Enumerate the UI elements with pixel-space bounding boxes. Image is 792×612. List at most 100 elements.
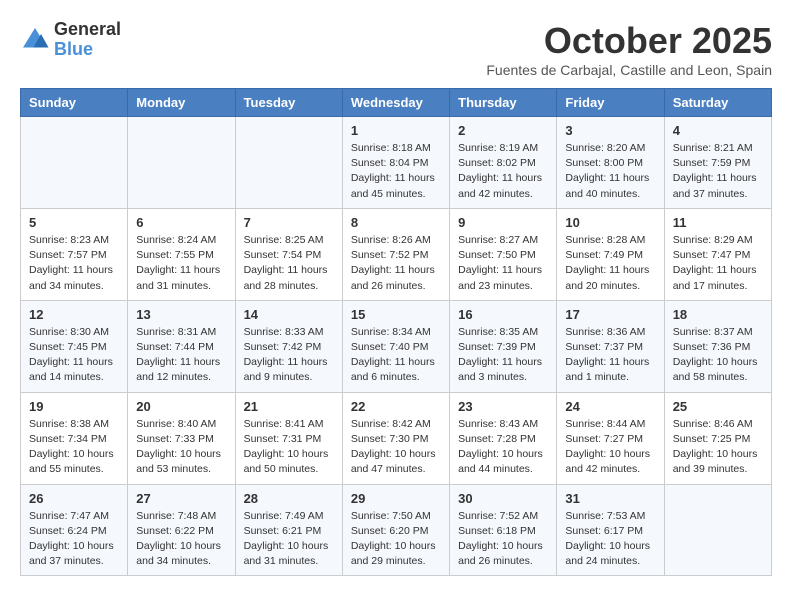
day-info: Sunrise: 7:48 AMSunset: 6:22 PMDaylight:… bbox=[136, 509, 226, 570]
day-number: 27 bbox=[136, 491, 226, 506]
day-info: Sunrise: 8:25 AMSunset: 7:54 PMDaylight:… bbox=[244, 233, 334, 294]
day-info: Sunrise: 8:46 AMSunset: 7:25 PMDaylight:… bbox=[673, 417, 763, 478]
calendar-cell: 31Sunrise: 7:53 AMSunset: 6:17 PMDayligh… bbox=[557, 484, 664, 576]
day-number: 10 bbox=[565, 215, 655, 230]
day-info: Sunrise: 8:20 AMSunset: 8:00 PMDaylight:… bbox=[565, 141, 655, 202]
day-number: 21 bbox=[244, 399, 334, 414]
day-info: Sunrise: 7:53 AMSunset: 6:17 PMDaylight:… bbox=[565, 509, 655, 570]
calendar-cell: 16Sunrise: 8:35 AMSunset: 7:39 PMDayligh… bbox=[450, 300, 557, 392]
calendar-week-row: 5 Sunrise: 8:23 AMSunset: 7:57 PMDaylight… bbox=[21, 208, 772, 300]
day-number: 12 bbox=[29, 307, 119, 322]
logo-text: General Blue bbox=[54, 20, 121, 60]
day-info: Sunrise: 8:30 AMSunset: 7:45 PMDaylight:… bbox=[29, 325, 119, 386]
logo-icon bbox=[20, 25, 50, 55]
day-number: 24 bbox=[565, 399, 655, 414]
day-number: 20 bbox=[136, 399, 226, 414]
weekday-header-wednesday: Wednesday bbox=[342, 89, 449, 117]
day-info: Sunrise: 8:21 AMSunset: 7:59 PMDaylight:… bbox=[673, 141, 763, 202]
calendar-table: SundayMondayTuesdayWednesdayThursdayFrid… bbox=[20, 88, 772, 576]
day-info: Sunrise: 8:23 AMSunset: 7:57 PMDaylight:… bbox=[29, 233, 119, 294]
day-number: 30 bbox=[458, 491, 548, 506]
weekday-header-friday: Friday bbox=[557, 89, 664, 117]
day-info: Sunrise: 8:41 AMSunset: 7:31 PMDaylight:… bbox=[244, 417, 334, 478]
page-header: General Blue October 2025 Fuentes de Car… bbox=[20, 20, 772, 78]
day-number: 16 bbox=[458, 307, 548, 322]
day-number: 2 bbox=[458, 123, 548, 138]
weekday-header-row: SundayMondayTuesdayWednesdayThursdayFrid… bbox=[21, 89, 772, 117]
weekday-header-saturday: Saturday bbox=[664, 89, 771, 117]
day-number: 18 bbox=[673, 307, 763, 322]
day-number: 14 bbox=[244, 307, 334, 322]
day-number: 28 bbox=[244, 491, 334, 506]
day-info: Sunrise: 8:42 AMSunset: 7:30 PMDaylight:… bbox=[351, 417, 441, 478]
day-info: Sunrise: 8:43 AMSunset: 7:28 PMDaylight:… bbox=[458, 417, 548, 478]
day-number: 15 bbox=[351, 307, 441, 322]
day-info: Sunrise: 7:50 AMSunset: 6:20 PMDaylight:… bbox=[351, 509, 441, 570]
calendar-cell: 26 Sunrise: 7:47 AMSunset: 6:24 PMDayligh… bbox=[21, 484, 128, 576]
calendar-cell: 9 Sunrise: 8:27 AMSunset: 7:50 PMDaylight… bbox=[450, 208, 557, 300]
day-info: Sunrise: 8:36 AMSunset: 7:37 PMDaylight:… bbox=[565, 325, 655, 386]
calendar-cell: 18 Sunrise: 8:37 AMSunset: 7:36 PMDayligh… bbox=[664, 300, 771, 392]
day-number: 19 bbox=[29, 399, 119, 414]
calendar-cell: 10 Sunrise: 8:28 AMSunset: 7:49 PMDayligh… bbox=[557, 208, 664, 300]
day-number: 8 bbox=[351, 215, 441, 230]
day-number: 3 bbox=[565, 123, 655, 138]
calendar-cell bbox=[128, 117, 235, 209]
calendar-cell: 5 Sunrise: 8:23 AMSunset: 7:57 PMDaylight… bbox=[21, 208, 128, 300]
calendar-cell: 29 Sunrise: 7:50 AMSunset: 6:20 PMDayligh… bbox=[342, 484, 449, 576]
calendar-cell: 21 Sunrise: 8:41 AMSunset: 7:31 PMDayligh… bbox=[235, 392, 342, 484]
day-number: 1 bbox=[351, 123, 441, 138]
calendar-cell: 1 Sunrise: 8:18 AMSunset: 8:04 PMDaylight… bbox=[342, 117, 449, 209]
calendar-cell: 4Sunrise: 8:21 AMSunset: 7:59 PMDaylight… bbox=[664, 117, 771, 209]
day-number: 13 bbox=[136, 307, 226, 322]
calendar-cell: 7 Sunrise: 8:25 AMSunset: 7:54 PMDaylight… bbox=[235, 208, 342, 300]
day-number: 22 bbox=[351, 399, 441, 414]
day-info: Sunrise: 8:18 AMSunset: 8:04 PMDaylight:… bbox=[351, 141, 441, 202]
day-info: Sunrise: 8:34 AMSunset: 7:40 PMDaylight:… bbox=[351, 325, 441, 386]
calendar-week-row: 26 Sunrise: 7:47 AMSunset: 6:24 PMDayligh… bbox=[21, 484, 772, 576]
weekday-header-tuesday: Tuesday bbox=[235, 89, 342, 117]
day-info: Sunrise: 8:27 AMSunset: 7:50 PMDaylight:… bbox=[458, 233, 548, 294]
calendar-cell: 30Sunrise: 7:52 AMSunset: 6:18 PMDayligh… bbox=[450, 484, 557, 576]
calendar-week-row: 19Sunrise: 8:38 AMSunset: 7:34 PMDayligh… bbox=[21, 392, 772, 484]
calendar-cell: 24 Sunrise: 8:44 AMSunset: 7:27 PMDayligh… bbox=[557, 392, 664, 484]
calendar-cell: 17 Sunrise: 8:36 AMSunset: 7:37 PMDayligh… bbox=[557, 300, 664, 392]
calendar-cell: 8 Sunrise: 8:26 AMSunset: 7:52 PMDaylight… bbox=[342, 208, 449, 300]
calendar-cell: 6Sunrise: 8:24 AMSunset: 7:55 PMDaylight… bbox=[128, 208, 235, 300]
title-section: October 2025 Fuentes de Carbajal, Castil… bbox=[486, 20, 772, 78]
day-info: Sunrise: 8:37 AMSunset: 7:36 PMDaylight:… bbox=[673, 325, 763, 386]
day-number: 17 bbox=[565, 307, 655, 322]
day-number: 29 bbox=[351, 491, 441, 506]
calendar-cell: 25 Sunrise: 8:46 AMSunset: 7:25 PMDayligh… bbox=[664, 392, 771, 484]
day-info: Sunrise: 8:40 AMSunset: 7:33 PMDaylight:… bbox=[136, 417, 226, 478]
day-number: 7 bbox=[244, 215, 334, 230]
day-number: 26 bbox=[29, 491, 119, 506]
calendar-cell: 27 Sunrise: 7:48 AMSunset: 6:22 PMDayligh… bbox=[128, 484, 235, 576]
calendar-cell: 19Sunrise: 8:38 AMSunset: 7:34 PMDayligh… bbox=[21, 392, 128, 484]
day-number: 11 bbox=[673, 215, 763, 230]
month-title: October 2025 bbox=[486, 20, 772, 62]
day-info: Sunrise: 8:19 AMSunset: 8:02 PMDaylight:… bbox=[458, 141, 548, 202]
logo: General Blue bbox=[20, 20, 121, 60]
day-number: 5 bbox=[29, 215, 119, 230]
day-info: Sunrise: 7:47 AMSunset: 6:24 PMDaylight:… bbox=[29, 509, 119, 570]
day-number: 25 bbox=[673, 399, 763, 414]
calendar-cell: 3 Sunrise: 8:20 AMSunset: 8:00 PMDaylight… bbox=[557, 117, 664, 209]
day-info: Sunrise: 8:26 AMSunset: 7:52 PMDaylight:… bbox=[351, 233, 441, 294]
day-number: 23 bbox=[458, 399, 548, 414]
calendar-cell: 2 Sunrise: 8:19 AMSunset: 8:02 PMDaylight… bbox=[450, 117, 557, 209]
day-number: 9 bbox=[458, 215, 548, 230]
day-info: Sunrise: 8:31 AMSunset: 7:44 PMDaylight:… bbox=[136, 325, 226, 386]
calendar-week-row: 12 Sunrise: 8:30 AMSunset: 7:45 PMDayligh… bbox=[21, 300, 772, 392]
weekday-header-sunday: Sunday bbox=[21, 89, 128, 117]
day-info: Sunrise: 8:33 AMSunset: 7:42 PMDaylight:… bbox=[244, 325, 334, 386]
calendar-cell: 11Sunrise: 8:29 AMSunset: 7:47 PMDayligh… bbox=[664, 208, 771, 300]
day-info: Sunrise: 8:28 AMSunset: 7:49 PMDaylight:… bbox=[565, 233, 655, 294]
calendar-cell: 13 Sunrise: 8:31 AMSunset: 7:44 PMDayligh… bbox=[128, 300, 235, 392]
day-info: Sunrise: 8:44 AMSunset: 7:27 PMDaylight:… bbox=[565, 417, 655, 478]
calendar-cell: 15 Sunrise: 8:34 AMSunset: 7:40 PMDayligh… bbox=[342, 300, 449, 392]
location-subtitle: Fuentes de Carbajal, Castille and Leon, … bbox=[486, 62, 772, 78]
calendar-cell: 14 Sunrise: 8:33 AMSunset: 7:42 PMDayligh… bbox=[235, 300, 342, 392]
weekday-header-monday: Monday bbox=[128, 89, 235, 117]
day-info: Sunrise: 7:49 AMSunset: 6:21 PMDaylight:… bbox=[244, 509, 334, 570]
